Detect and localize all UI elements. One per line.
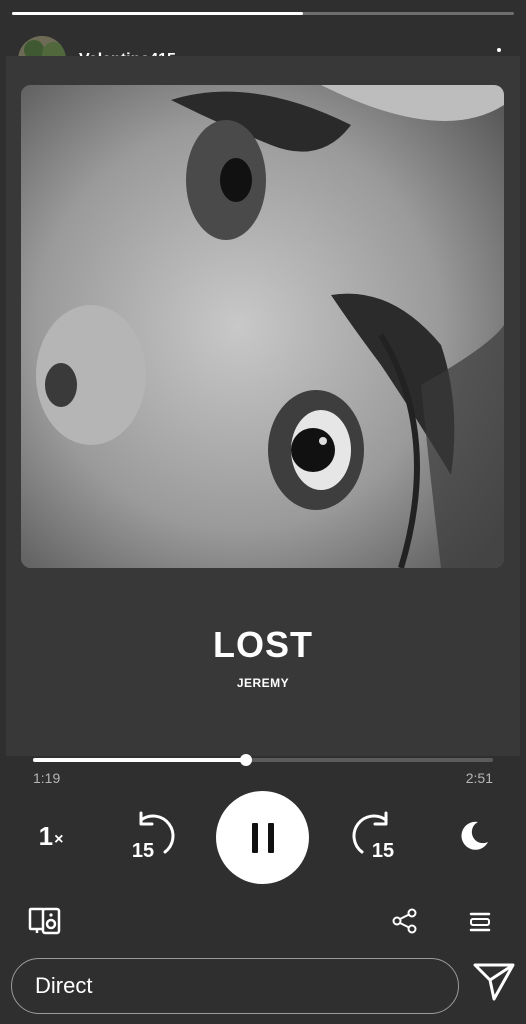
album-artwork (21, 85, 504, 568)
scrubber-fill (33, 758, 246, 762)
share-icon (392, 908, 417, 934)
skip-back-seconds: 15 (132, 840, 154, 862)
story-progress-bar (12, 12, 514, 15)
skip-forward-button[interactable]: 15 (350, 810, 402, 862)
send-button[interactable] (472, 962, 516, 1007)
pause-icon (251, 822, 274, 853)
sleep-timer-button[interactable] (456, 818, 492, 854)
moon-icon (461, 821, 488, 850)
queue-icon (469, 912, 491, 932)
pause-button[interactable] (216, 791, 309, 884)
skip-forward-seconds: 15 (372, 840, 394, 862)
scrubber-handle[interactable] (239, 754, 252, 766)
skip-back-button[interactable]: 15 (125, 810, 177, 862)
elapsed-time: 1:19 (33, 770, 61, 786)
share-button[interactable] (392, 908, 418, 939)
queue-button[interactable] (468, 910, 492, 939)
playback-scrubber[interactable] (33, 754, 493, 766)
skip-forward-icon: 15 (352, 811, 394, 862)
paper-plane-icon (473, 963, 515, 1001)
direct-message-placeholder: Direct (35, 973, 93, 998)
direct-message-input[interactable]: Direct (11, 958, 459, 1014)
playback-controls: 1 × 15 15 (0, 788, 526, 884)
total-duration: 2:51 (465, 770, 493, 786)
track-artist[interactable]: JEREMY (0, 676, 526, 690)
bottom-actions (0, 902, 526, 942)
speed-value: 1 (38, 820, 54, 851)
skip-back-icon: 15 (132, 811, 175, 862)
story-progress-fill (12, 12, 304, 15)
speed-suffix: × (54, 831, 64, 848)
track-title: LOST (213, 624, 313, 665)
playback-speed-button[interactable]: 1 × (30, 818, 72, 854)
device-speaker-icon (28, 907, 61, 935)
connect-device-button[interactable] (28, 906, 62, 941)
